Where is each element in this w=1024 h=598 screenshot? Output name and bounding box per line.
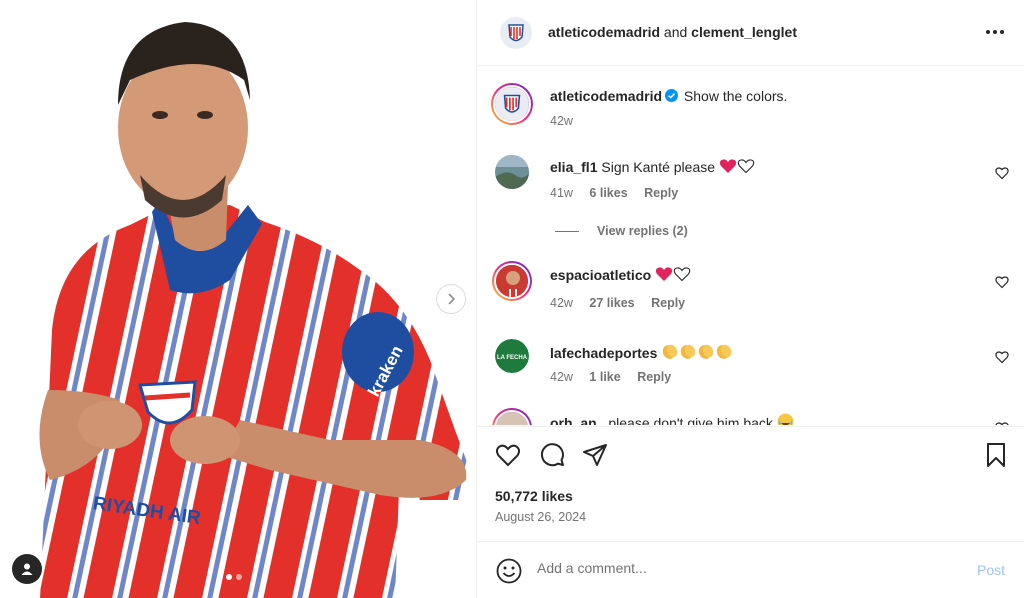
comment-time[interactable]: 42w <box>550 296 573 310</box>
caption-text: atleticodemadrid Show the colors. <box>550 88 787 104</box>
save-bookmark-icon[interactable] <box>982 441 1010 469</box>
authors-connector: and <box>663 24 688 40</box>
comment-username[interactable]: espacioatletico <box>550 267 651 283</box>
author-username[interactable]: atleticodemadrid <box>548 24 660 40</box>
comment-username[interactable]: orh_an_ <box>550 415 604 425</box>
comment-time[interactable]: 42w <box>550 370 573 384</box>
comment-avatar[interactable] <box>495 155 529 189</box>
post-media[interactable]: RIYADH AIR kraken <box>0 0 476 598</box>
clapping-hands-icon <box>663 344 678 359</box>
comment-avatar[interactable] <box>492 408 532 425</box>
clapping-hands-icon <box>681 344 696 359</box>
likes-count[interactable]: 50,772 likes <box>495 488 573 504</box>
comment-bubble-icon[interactable] <box>538 441 566 469</box>
comment-likes[interactable]: 6 likes <box>589 186 627 200</box>
view-replies-button[interactable]: View replies (2) <box>555 224 688 238</box>
more-options-icon[interactable] <box>983 22 1007 42</box>
next-slide-button[interactable] <box>436 284 466 314</box>
author-avatar[interactable] <box>500 17 532 49</box>
comment-input[interactable] <box>537 560 957 576</box>
comment-meta: 42w 1 like Reply <box>550 370 684 384</box>
comment-text: orh_an_ please don't give him back <box>550 413 794 425</box>
comment-body: please don't give him back <box>608 415 773 425</box>
post-authors: atleticodemadrid and clement_lenglet <box>548 24 797 40</box>
comment-likes[interactable]: 1 like <box>589 370 620 384</box>
emoji-picker-icon[interactable] <box>495 557 523 585</box>
comment-avatar[interactable] <box>492 261 532 301</box>
share-paper-plane-icon[interactable] <box>581 441 609 469</box>
view-replies-label: View replies (2) <box>597 224 688 238</box>
caption-avatar[interactable] <box>491 83 533 125</box>
post-date[interactable]: August 26, 2024 <box>495 510 586 524</box>
red-heart-icon <box>719 159 737 173</box>
like-comment-icon[interactable] <box>995 421 1009 425</box>
post-comment-button[interactable]: Post <box>977 562 1005 578</box>
carousel-dot-active <box>226 574 232 580</box>
person-icon <box>21 563 33 575</box>
tag-people-button[interactable] <box>12 554 42 584</box>
comment-text: lafechadeportes <box>550 342 733 361</box>
post-sidebar: atleticodemadrid and clement_lenglet atl <box>476 0 1024 598</box>
post-actions <box>477 426 1024 482</box>
comment-avatar[interactable]: LA FECHA <box>495 339 529 373</box>
svg-text:LA FECHA: LA FECHA <box>497 355 528 361</box>
comment-text: elia_fl1 Sign Kanté please <box>550 158 755 175</box>
comment-meta: 42w 27 likes Reply <box>550 296 698 310</box>
like-comment-icon[interactable] <box>995 350 1009 364</box>
caption-body: Show the colors. <box>683 88 788 104</box>
comment-reply[interactable]: Reply <box>637 370 671 384</box>
carousel-dot <box>236 574 242 580</box>
add-comment-bar: Post <box>477 541 1024 598</box>
collaborator-username[interactable]: clement_lenglet <box>691 24 797 40</box>
caption-meta: 42w <box>550 114 586 128</box>
comment-reply[interactable]: Reply <box>651 296 685 310</box>
like-comment-icon[interactable] <box>995 166 1009 180</box>
comment-text: espacioatletico <box>550 266 691 283</box>
comment-reply[interactable]: Reply <box>644 186 678 200</box>
red-heart-icon <box>655 267 673 281</box>
clapping-hands-icon <box>717 344 732 359</box>
chevron-right-icon <box>448 293 456 305</box>
view-replies-divider <box>555 230 579 232</box>
comment-username[interactable]: elia_fl1 <box>550 159 597 175</box>
clapping-emojis <box>661 344 733 361</box>
comment-time[interactable]: 41w <box>550 186 573 200</box>
carousel-dots <box>226 574 242 580</box>
like-heart-icon[interactable] <box>494 441 522 469</box>
white-heart-icon <box>737 159 755 174</box>
comment-likes[interactable]: 27 likes <box>589 296 634 310</box>
comments-list[interactable]: atleticodemadrid Show the colors. 42w el… <box>477 67 1024 425</box>
caption-username[interactable]: atleticodemadrid <box>550 88 662 104</box>
comment-meta: 41w 6 likes Reply <box>550 186 691 200</box>
caption-time[interactable]: 42w <box>550 114 573 128</box>
comment-body: Sign Kanté please <box>601 159 716 175</box>
post-header: atleticodemadrid and clement_lenglet <box>477 0 1024 66</box>
like-comment-icon[interactable] <box>995 275 1009 289</box>
comment-username[interactable]: lafechadeportes <box>550 345 657 361</box>
tears-of-joy-icon <box>777 413 794 425</box>
post-photo: RIYADH AIR kraken <box>0 0 476 598</box>
clapping-hands-icon <box>699 344 714 359</box>
verified-badge-icon <box>665 89 679 102</box>
white-heart-icon <box>673 267 691 282</box>
